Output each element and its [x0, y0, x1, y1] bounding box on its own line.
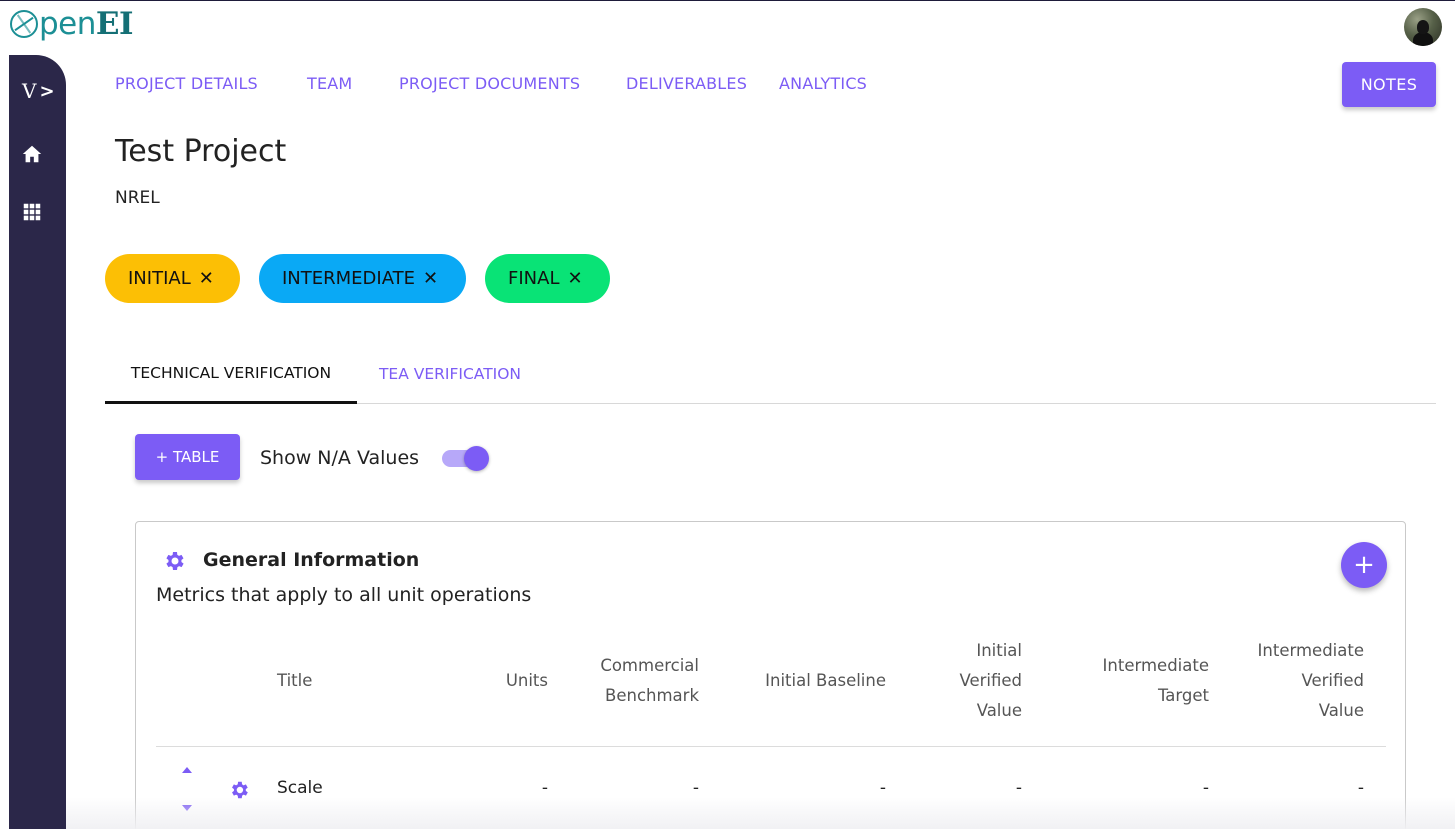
header-line: Benchmark — [605, 686, 699, 705]
cell-initial-verified-value: - — [1015, 778, 1022, 798]
nav-team[interactable]: TEAM — [307, 74, 352, 93]
cell-initial-baseline: - — [879, 778, 886, 798]
cell-commercial-benchmark: - — [692, 778, 699, 798]
column-header-title[interactable]: Title — [277, 666, 312, 696]
column-header-intermediate-target[interactable]: Intermediate Target — [1066, 651, 1209, 711]
column-header-initial-verified-value[interactable]: Initial Verified Value — [926, 636, 1022, 726]
gear-icon[interactable] — [162, 549, 186, 573]
header-line: Value — [1318, 701, 1364, 720]
apps-grid-icon[interactable] — [21, 201, 43, 223]
caret-up-icon[interactable] — [182, 767, 192, 773]
header-line: Initial — [976, 641, 1022, 660]
toggle-thumb — [464, 446, 489, 471]
card-title: General Information — [203, 549, 420, 571]
sidebar-toggle-button[interactable]: V > — [22, 79, 55, 103]
logo-globe-icon — [10, 10, 38, 38]
chip-intermediate[interactable]: INTERMEDIATE ✕ — [259, 254, 466, 303]
nav-analytics[interactable]: ANALYTICS — [779, 74, 867, 93]
add-metric-button[interactable]: + — [1341, 542, 1387, 588]
header-line: Value — [976, 701, 1022, 720]
user-avatar[interactable] — [1404, 8, 1442, 46]
header-line: Intermediate — [1102, 656, 1209, 675]
general-information-card: General Information Metrics that apply t… — [135, 521, 1406, 829]
tab-technical-verification[interactable]: TECHNICAL VERIFICATION — [105, 344, 357, 404]
page-title: Test Project — [115, 134, 287, 169]
sidebar: V > — [9, 55, 66, 829]
openei-logo[interactable]: pen EI — [10, 2, 134, 46]
column-header-commercial-benchmark[interactable]: Commercial Benchmark — [566, 651, 699, 711]
header-line: Verified — [959, 671, 1022, 690]
add-table-button[interactable]: + TABLE — [135, 434, 240, 480]
tab-tea-verification[interactable]: TEA VERIFICATION — [357, 344, 543, 404]
table-header-divider — [156, 746, 1386, 747]
column-header-intermediate-verified-value[interactable]: Intermediate Verified Value — [1236, 636, 1364, 726]
show-na-label: Show N/A Values — [260, 447, 420, 469]
chip-label: INTERMEDIATE — [282, 268, 416, 289]
header-line: Commercial — [600, 656, 699, 675]
home-icon[interactable] — [21, 143, 43, 165]
close-icon[interactable]: ✕ — [567, 268, 582, 289]
caret-down-icon[interactable] — [182, 805, 192, 811]
project-organization: NREL — [115, 188, 160, 208]
chevron-right-icon: > — [39, 80, 55, 102]
card-subtitle: Metrics that apply to all unit operation… — [156, 584, 532, 606]
logo-text-pen: pen — [39, 6, 96, 42]
logo-text-ei: EI — [95, 6, 134, 42]
top-rule — [0, 0, 1455, 1]
nav-project-details[interactable]: PROJECT DETAILS — [115, 74, 258, 93]
cell-intermediate-verified-value: - — [1357, 778, 1364, 798]
verification-tabs: TECHNICAL VERIFICATION TEA VERIFICATION — [105, 344, 1436, 404]
sidebar-logo-v: V — [22, 79, 37, 103]
notes-button[interactable]: NOTES — [1342, 62, 1436, 107]
column-header-units[interactable]: Units — [488, 666, 548, 696]
close-icon[interactable]: ✕ — [199, 268, 214, 289]
chip-final[interactable]: FINAL ✕ — [485, 254, 610, 303]
header-line: Intermediate — [1257, 641, 1364, 660]
chip-label: FINAL — [508, 268, 560, 289]
show-na-toggle[interactable] — [440, 446, 490, 472]
header-line: Target — [1157, 686, 1209, 705]
nav-project-documents[interactable]: PROJECT DOCUMENTS — [399, 74, 580, 93]
column-header-initial-baseline[interactable]: Initial Baseline — [734, 666, 886, 696]
header-line: Verified — [1301, 671, 1364, 690]
chip-label: INITIAL — [128, 268, 191, 289]
close-icon[interactable]: ✕ — [423, 268, 438, 289]
cell-title: Scale — [277, 778, 323, 798]
cell-units: - — [541, 778, 548, 798]
cell-intermediate-target: - — [1202, 778, 1209, 798]
gear-icon[interactable] — [228, 779, 250, 801]
chip-initial[interactable]: INITIAL ✕ — [105, 254, 240, 303]
nav-deliverables[interactable]: DELIVERABLES — [626, 74, 747, 93]
